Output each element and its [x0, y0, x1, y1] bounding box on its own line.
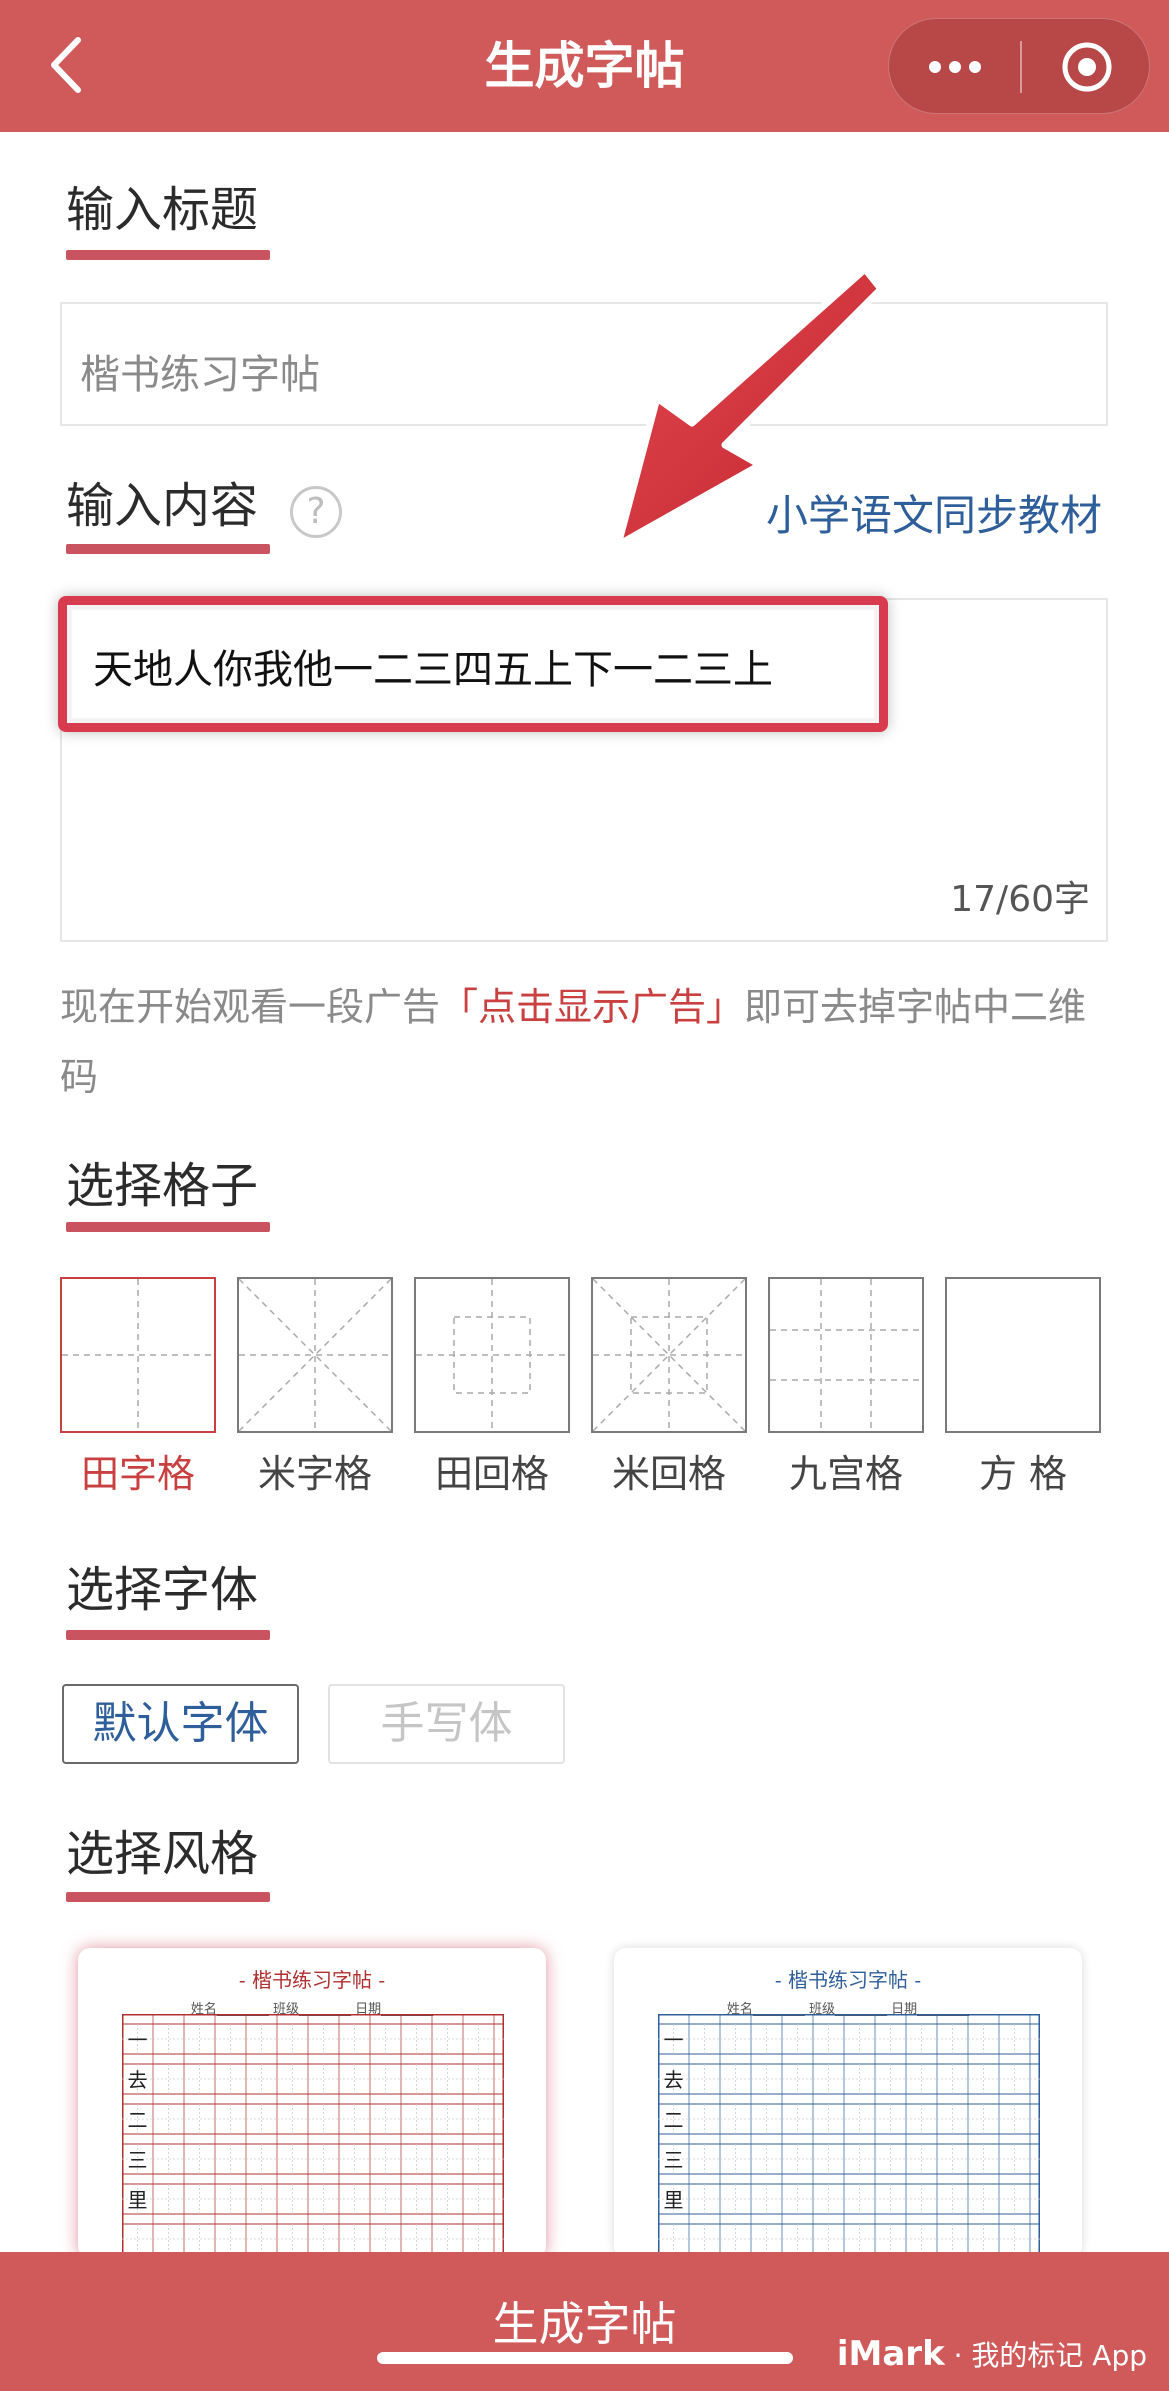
sheet-sample-char: 二 — [664, 2108, 684, 2132]
tian-grid-icon — [62, 1279, 214, 1431]
style-card-red[interactable]: - 楷书练习字帖 - 姓名________ 班级________ 日期_____… — [78, 1948, 546, 2258]
style-sheet-preview-blue: 一去二三里 — [658, 2014, 1040, 2258]
grid-heading-underline — [66, 1222, 270, 1232]
sheet-sample-char: 二 — [128, 2108, 148, 2132]
jiugong-grid-icon — [770, 1279, 922, 1431]
ad-notice: 现在开始观看一段广告「点击显示广告」即可去掉字帖中二维码 — [60, 972, 1120, 1112]
watermark-text: · 我的标记 App — [944, 2339, 1147, 2372]
sheet-sample-char: 三 — [128, 2148, 148, 2172]
nav-bar: 生成字帖 — [0, 0, 1169, 132]
grid-option-label: 田回格 — [434, 1452, 549, 1496]
font-heading-underline — [66, 1630, 270, 1640]
title-input[interactable]: 楷书练习字帖 — [60, 302, 1108, 426]
content-highlight-box: 天地人你我他一二三四五上下一二三上 — [58, 596, 888, 732]
watermark: iMark · 我的标记 App — [837, 2334, 1147, 2374]
style-card-blue[interactable]: - 楷书练习字帖 - 姓名________ 班级________ 日期_____… — [614, 1948, 1082, 2258]
watermark-brand: iMark — [836, 2334, 945, 2374]
sheet-sample-char: 里 — [664, 2188, 684, 2212]
grid-option-label: 田字格 — [80, 1452, 195, 1496]
help-icon[interactable]: ? — [290, 486, 342, 538]
annotation-arrow — [614, 265, 885, 549]
content-heading-underline — [66, 544, 270, 554]
miniprogram-capsule — [888, 18, 1150, 114]
sheet-sample-char: 去 — [128, 2068, 148, 2092]
more-dots-icon[interactable] — [925, 47, 985, 87]
sheet-sample-char: 一 — [664, 2028, 684, 2052]
grid-option-tian[interactable] — [60, 1277, 216, 1433]
content-text: 天地人你我他一二三四五上下一二三上 — [93, 647, 773, 693]
mi-grid-icon — [238, 1278, 392, 1432]
title-heading-underline — [66, 250, 270, 260]
grid-option-label: 米回格 — [611, 1452, 726, 1496]
mihui-grid-icon — [592, 1278, 746, 1432]
grid-option-label: 米字格 — [257, 1452, 372, 1496]
style-card-title: - 楷书练习字帖 - — [238, 1968, 386, 1992]
title-input-placeholder: 楷书练习字帖 — [80, 352, 320, 398]
style-heading: 选择风格 — [66, 1826, 259, 1882]
grid-option-jiugong[interactable] — [768, 1277, 924, 1433]
title-heading: 输入标题 — [66, 182, 259, 238]
style-heading-underline — [66, 1892, 270, 1902]
sheet-sample-char: 里 — [128, 2188, 148, 2212]
fang-grid-icon — [947, 1279, 1099, 1431]
sheet-sample-char: 一 — [128, 2028, 148, 2052]
grid-option-label: 方 格 — [978, 1452, 1068, 1496]
tianhui-grid-icon — [416, 1279, 568, 1431]
show-ad-link[interactable]: 「点击显示广告」 — [440, 985, 744, 1029]
font-heading: 选择字体 — [66, 1562, 259, 1618]
grid-option-fang[interactable] — [945, 1277, 1101, 1433]
capsule-divider — [1020, 41, 1022, 93]
home-indicator — [377, 2352, 793, 2364]
style-card-title: - 楷书练习字帖 - — [774, 1968, 922, 1992]
ad-notice-prefix: 现在开始观看一段广告 — [60, 985, 441, 1029]
grid-heading: 选择格子 — [66, 1158, 259, 1214]
grid-option-mi[interactable] — [237, 1277, 393, 1433]
content-heading: 输入内容 — [66, 478, 259, 534]
style-sheet-preview-red: 一去二三里 — [122, 2014, 504, 2258]
sheet-sample-char: 去 — [664, 2068, 684, 2092]
grid-option-tianhui[interactable] — [414, 1277, 570, 1433]
grid-option-label: 九宫格 — [788, 1452, 903, 1496]
sheet-sample-char: 三 — [664, 2148, 684, 2172]
font-default-button[interactable]: 默认字体 — [62, 1684, 299, 1764]
char-counter: 17/60字 — [950, 879, 1090, 920]
font-handwriting-button[interactable]: 手写体 — [328, 1684, 565, 1764]
grid-option-mihui[interactable] — [591, 1277, 747, 1433]
close-target-icon[interactable] — [1059, 39, 1115, 95]
